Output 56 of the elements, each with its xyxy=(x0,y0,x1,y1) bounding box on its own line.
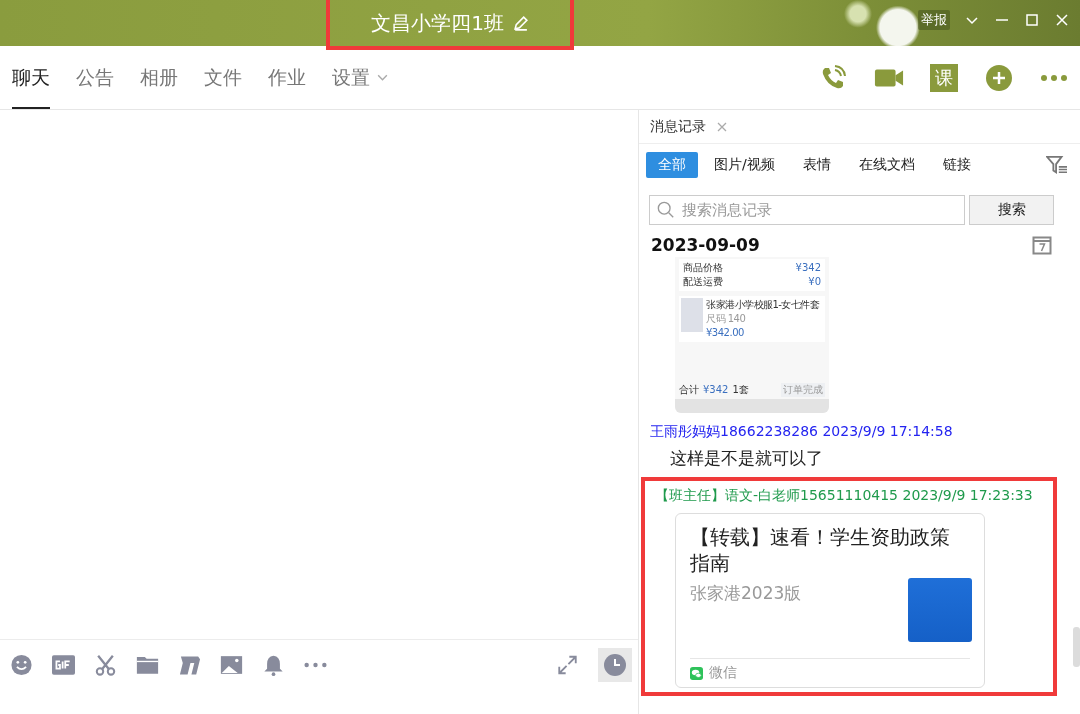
tab[interactable]: 聊天 xyxy=(12,46,50,109)
expand-icon[interactable] xyxy=(556,654,579,676)
window-title: 文昌小学四1班 xyxy=(371,9,504,37)
field-value: ¥0 xyxy=(808,275,821,289)
calendar-icon[interactable] xyxy=(1032,235,1052,255)
add-icon[interactable] xyxy=(984,63,1014,92)
tab[interactable]: 相册 xyxy=(140,46,178,109)
edit-icon[interactable] xyxy=(511,14,529,32)
chat-bubbles-icon xyxy=(690,666,703,680)
item-count: 1套 xyxy=(732,383,749,397)
image-icon[interactable] xyxy=(220,654,243,676)
scrollbar[interactable] xyxy=(1073,627,1080,667)
message-sender: 王雨彤妈妈18662238286 2023/9/9 17:14:58 xyxy=(649,422,954,441)
product-size: 尺码 140 xyxy=(706,312,747,326)
smiley-icon[interactable] xyxy=(10,654,33,676)
panel-tab[interactable]: 消息记录 xyxy=(639,117,710,136)
field-value: ¥342 xyxy=(795,261,821,275)
thumbnail-placeholder xyxy=(908,578,972,642)
filter-tab[interactable]: 在线文档 xyxy=(846,152,927,178)
filter-tab[interactable]: 链接 xyxy=(930,152,983,178)
product-name: 张家港小学校服1-女七件套 xyxy=(706,298,820,312)
search-field[interactable]: 搜索消息记录 xyxy=(649,195,965,225)
filter-tab[interactable]: 图片/视频 xyxy=(702,152,787,178)
message-sender: 【班主任】语文-白老师15651110415 2023/9/9 17:23:33 xyxy=(654,486,1034,505)
link-card[interactable]: 【转载】速看！学生资助政策指南 张家港2023版 微信 xyxy=(675,513,985,688)
close-icon[interactable] xyxy=(716,120,728,133)
folder-icon[interactable] xyxy=(136,654,159,676)
tab[interactable]: 设置 xyxy=(332,46,389,109)
field-label: 商品价格 xyxy=(683,261,723,275)
maximize-icon[interactable] xyxy=(1024,12,1040,28)
filter-tab[interactable]: 表情 xyxy=(790,152,843,178)
tab[interactable]: 作业 xyxy=(268,46,306,109)
bell-icon[interactable] xyxy=(262,654,285,676)
order-status: 订单完成 xyxy=(781,383,825,397)
report-link[interactable]: 举报 xyxy=(918,10,950,30)
history-button[interactable] xyxy=(598,648,632,682)
product-photo-placeholder xyxy=(681,298,703,332)
card-title: 【转载】速看！学生资助政策指南 xyxy=(690,524,951,576)
product-price: ¥342.00 xyxy=(706,326,745,340)
close-icon[interactable] xyxy=(1054,12,1070,28)
scissors-icon[interactable] xyxy=(94,654,117,676)
filter-icon[interactable] xyxy=(1046,155,1068,175)
tab[interactable]: 公告 xyxy=(76,46,114,109)
more-icon[interactable] xyxy=(1040,72,1068,83)
tab[interactable]: 文件 xyxy=(204,46,242,109)
search-button[interactable]: 搜索 xyxy=(969,195,1054,225)
order-screenshot[interactable]: 商品价格 ¥342 配送运费 ¥0 张家港小学校服1-女七件套 尺码 140 ¥342.00 合计 ¥342 1套 订单完成 xyxy=(675,257,829,413)
card-source: 微信 xyxy=(709,664,737,682)
search-icon xyxy=(657,201,675,219)
date-heading: 2023-09-09 xyxy=(651,235,760,255)
field-label: 配送运费 xyxy=(683,275,723,289)
total-amount: ¥342 xyxy=(703,383,729,397)
card-subtitle: 张家港2023版 xyxy=(690,582,802,605)
total-label: 合计 xyxy=(679,383,699,397)
gif-icon[interactable] xyxy=(52,654,75,676)
message-text: 这样是不是就可以了 xyxy=(669,447,824,470)
